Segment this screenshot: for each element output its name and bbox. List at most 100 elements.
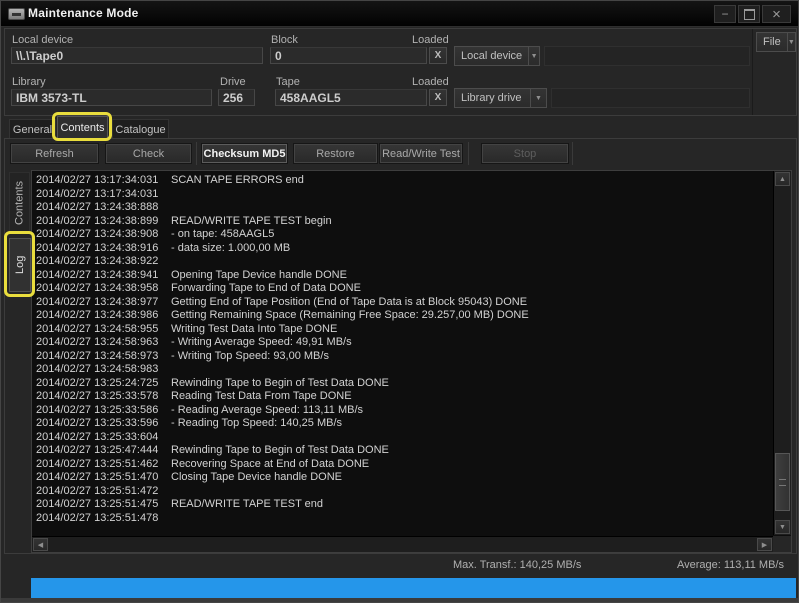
- restore-button[interactable]: Restore: [293, 143, 378, 164]
- panel-divider: [752, 29, 753, 115]
- log-timestamp: 2014/02/27 13:24:38:986: [36, 309, 171, 323]
- log-line: 2014/02/27 13:24:58:983: [36, 363, 772, 377]
- log-timestamp: 2014/02/27 13:25:51:475: [36, 498, 171, 512]
- device-panel: Local device \\.\Tape0 Block 0 Loaded X …: [4, 28, 797, 116]
- stop-button-label: Stop: [514, 148, 537, 160]
- refresh-button[interactable]: Refresh: [10, 143, 99, 164]
- log-timestamp: 2014/02/27 13:24:58:973: [36, 350, 171, 364]
- file-button-label: File: [757, 33, 787, 51]
- tab-catalogue-label: Catalogue: [115, 124, 165, 136]
- loaded-local-label: Loaded: [412, 34, 449, 46]
- log-message: Closing Tape Device handle DONE: [171, 471, 342, 483]
- log-timestamp: 2014/02/27 13:24:38:916: [36, 242, 171, 256]
- library-drive-combo[interactable]: Library drive ▼: [454, 88, 547, 108]
- log-line: 2014/02/27 13:24:38:916- data size: 1.00…: [36, 242, 772, 256]
- log-line: 2014/02/27 13:24:38:899READ/WRITE TAPE T…: [36, 215, 772, 229]
- log-message: - Writing Average Speed: 49,91 MB/s: [171, 336, 352, 348]
- log-line: 2014/02/27 13:25:51:472: [36, 485, 772, 499]
- library-input[interactable]: IBM 3573-TL: [11, 89, 212, 106]
- tab-general[interactable]: General: [9, 119, 56, 139]
- drive-input[interactable]: 256: [218, 89, 255, 106]
- sidetab-contents[interactable]: Contents: [9, 172, 30, 233]
- thumb-grip-icon: [779, 479, 786, 486]
- sidetab-log[interactable]: Log: [9, 238, 31, 292]
- tape-input[interactable]: 458AAGL5: [275, 89, 427, 106]
- tab-contents[interactable]: Contents: [57, 116, 108, 139]
- log-timestamp: 2014/02/27 13:24:58:983: [36, 363, 171, 377]
- unload-local-button[interactable]: X: [429, 47, 447, 64]
- log-timestamp: 2014/02/27 13:24:38:899: [36, 215, 171, 229]
- file-button[interactable]: File ▼: [756, 32, 796, 52]
- checksum-md5-button[interactable]: Checksum MD5: [201, 143, 288, 164]
- tab-catalogue[interactable]: Catalogue: [112, 119, 169, 139]
- toolbar-separator: [468, 142, 469, 165]
- read-write-test-button[interactable]: Read/Write Test: [379, 143, 463, 164]
- read-write-test-button-label: Read/Write Test: [382, 148, 460, 160]
- minimize-icon: −: [721, 7, 728, 21]
- chevron-down-icon: ▼: [528, 47, 539, 65]
- average-status: Average: 113,11 MB/s: [677, 559, 784, 571]
- log-viewport[interactable]: 2014/02/27 13:17:34:031SCAN TAPE ERRORS …: [33, 172, 772, 535]
- log-line: 2014/02/27 13:24:38:977Getting End of Ta…: [36, 296, 772, 310]
- check-button[interactable]: Check: [105, 143, 192, 164]
- block-label: Block: [271, 34, 298, 46]
- vertical-scrollbar[interactable]: ▲ ▼: [773, 171, 791, 535]
- log-line: 2014/02/27 13:25:51:475READ/WRITE TAPE T…: [36, 498, 772, 512]
- check-button-label: Check: [133, 148, 164, 160]
- block-input[interactable]: 0: [270, 47, 427, 64]
- close-icon: ×: [772, 6, 781, 23]
- log-message: Writing Test Data Into Tape DONE: [171, 323, 337, 335]
- library-label: Library: [12, 76, 46, 88]
- max-transfer-status: Max. Transf.: 140,25 MB/s: [453, 559, 581, 571]
- local-device-value: \\.\Tape0: [16, 49, 63, 63]
- log-line: 2014/02/27 13:24:38:986Getting Remaining…: [36, 309, 772, 323]
- log-message: Forwarding Tape to End of Data DONE: [171, 282, 361, 294]
- vertical-scroll-thumb[interactable]: [775, 453, 790, 511]
- maximize-button[interactable]: [738, 5, 760, 23]
- window-title: Maintenance Mode: [28, 6, 139, 20]
- log-message: Getting End of Tape Position (End of Tap…: [171, 296, 527, 308]
- unload-library-button[interactable]: X: [429, 89, 447, 106]
- scroll-left-button[interactable]: ◀: [33, 538, 48, 551]
- log-timestamp: 2014/02/27 13:25:51:478: [36, 512, 171, 526]
- log-line: 2014/02/27 13:25:51:462Recovering Space …: [36, 458, 772, 472]
- sidetab-contents-label: Contents: [14, 180, 26, 224]
- log-message: - Writing Top Speed: 93,00 MB/s: [171, 350, 329, 362]
- log-line: 2014/02/27 13:24:38:888: [36, 201, 772, 215]
- close-button[interactable]: ×: [762, 5, 791, 23]
- log-timestamp: 2014/02/27 13:24:38:908: [36, 228, 171, 242]
- log-timestamp: 2014/02/27 13:25:51:462: [36, 458, 171, 472]
- block-value: 0: [275, 49, 282, 63]
- library-drive-extra-field: [551, 88, 750, 108]
- local-device-combo[interactable]: Local device ▼: [454, 46, 540, 66]
- log-line: 2014/02/27 13:17:34:031: [36, 188, 772, 202]
- log-line: 2014/02/27 13:24:58:963- Writing Average…: [36, 336, 772, 350]
- tape-label: Tape: [276, 76, 300, 88]
- scroll-down-button[interactable]: ▼: [775, 520, 790, 534]
- log-timestamp: 2014/02/27 13:25:24:725: [36, 377, 171, 391]
- log-message: Rewinding Tape to Begin of Test Data DON…: [171, 377, 389, 389]
- log-message: Recovering Space at End of Data DONE: [171, 458, 369, 470]
- minimize-button[interactable]: −: [714, 5, 736, 23]
- file-dropdown-icon[interactable]: ▼: [787, 33, 795, 51]
- sidetab-log-label: Log: [14, 256, 26, 274]
- tab-contents-label: Contents: [60, 122, 104, 134]
- scroll-left-icon: ◀: [38, 541, 43, 549]
- stop-button[interactable]: Stop: [481, 143, 569, 164]
- tape-value: 458AAGL5: [280, 91, 341, 105]
- horizontal-scrollbar[interactable]: ◀ ▶: [32, 536, 773, 552]
- log-timestamp: 2014/02/27 13:25:51:470: [36, 471, 171, 485]
- title-bar[interactable]: Maintenance Mode − ×: [1, 1, 798, 27]
- scroll-right-icon: ▶: [762, 541, 767, 549]
- log-message: Opening Tape Device handle DONE: [171, 269, 347, 281]
- scroll-right-button[interactable]: ▶: [757, 538, 772, 551]
- log-message: - Reading Top Speed: 140,25 MB/s: [171, 417, 342, 429]
- scroll-up-button[interactable]: ▲: [775, 172, 790, 186]
- local-device-input[interactable]: \\.\Tape0: [11, 47, 263, 64]
- log-message: - data size: 1.000,00 MB: [171, 242, 290, 254]
- log-message: Getting Remaining Space (Remaining Free …: [171, 309, 529, 321]
- log-timestamp: 2014/02/27 13:25:33:604: [36, 431, 171, 445]
- clear-icon: X: [435, 50, 442, 61]
- loaded-library-label: Loaded: [412, 76, 449, 88]
- scroll-down-icon: ▼: [779, 524, 786, 531]
